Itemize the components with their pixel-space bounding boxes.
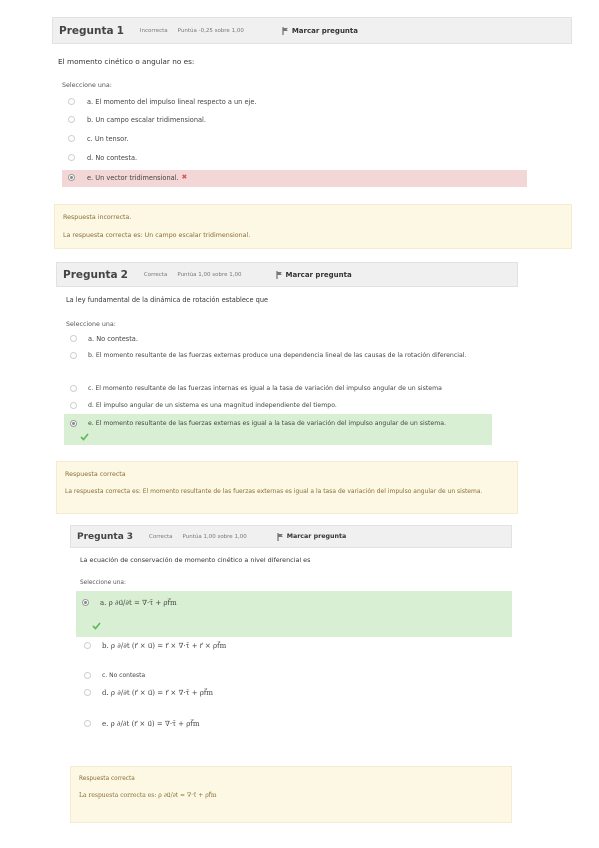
option-b[interactable]: b. Un campo escalar tridimensional. — [62, 115, 532, 129]
radio-button[interactable] — [70, 385, 77, 392]
question-grade: Puntúa 1,00 sobre 1,00 — [182, 533, 247, 540]
question-header: Pregunta 3 Correcta Puntúa 1,00 sobre 1,0… — [70, 525, 512, 548]
option-e[interactable]: e. ρ ∂/∂t (r⃗ × u⃗) = ∇·τ̄ + ρf⃗m — [80, 719, 500, 733]
option-label: b. Un campo escalar tridimensional. — [87, 116, 206, 124]
option-label: e. Un vector tridimensional. — [87, 174, 179, 182]
feedback-status: Respuesta incorrecta. — [63, 214, 132, 221]
option-label: a. ρ ∂u⃗/∂t = ∇·τ̄ + ρf⃗m — [100, 599, 177, 607]
question-1: Pregunta 1 Incorrecta Puntúa -0,25 sobre … — [52, 17, 572, 257]
option-d[interactable]: d. No contesta. — [62, 153, 532, 167]
flag-icon — [282, 26, 288, 35]
select-prompt: Seleccione una: — [62, 82, 112, 89]
radio-button[interactable] — [70, 402, 77, 409]
option-label: d. El impulso angular de un sistema es u… — [88, 402, 337, 409]
option-label: c. El momento resultante de las fuerzas … — [88, 385, 442, 392]
question-text: El momento cinético o angular no es: — [58, 57, 195, 66]
feedback-correct-answer: La respuesta correcta es: ρ ∂u⃗/∂t = ∇·τ… — [79, 792, 217, 799]
question-header: Pregunta 2 Correcta Puntúa 1,00 sobre 1,0… — [56, 262, 518, 287]
question-number: 1 — [116, 24, 124, 37]
question-text: La ley fundamental de la dinámica de rot… — [66, 296, 269, 304]
question-state: Correcta — [143, 271, 168, 278]
feedback-box: Respuesta correcta La respuesta correcta… — [70, 766, 512, 823]
flag-question-button[interactable]: Marcar pregunta — [277, 532, 347, 541]
option-e-selected-incorrect[interactable]: e. Un vector tridimensional. ✖ — [62, 170, 527, 187]
option-b[interactable]: b. ρ ∂/∂t (r⃗ × u⃗) = r⃗ × ∇·τ̄ + r⃗ × ρ… — [80, 641, 500, 655]
option-label: a. No contesta. — [88, 335, 138, 343]
radio-button-selected[interactable] — [82, 599, 89, 606]
option-a[interactable]: a. El momento del impulso lineal respect… — [62, 97, 532, 111]
question-title: Pregunta 2 — [63, 268, 128, 281]
option-d[interactable]: d. ρ ∂/∂t (r⃗ × u⃗) = r⃗ × ∇·τ̄ + ρf⃗m — [80, 688, 500, 702]
option-label: a. El momento del impulso lineal respect… — [87, 98, 257, 106]
feedback-status: Respuesta correcta — [79, 776, 135, 782]
radio-button-selected[interactable] — [68, 174, 75, 181]
option-label: b. ρ ∂/∂t (r⃗ × u⃗) = r⃗ × ∇·τ̄ + r⃗ × ρ… — [102, 642, 227, 650]
incorrect-icon: ✖ — [181, 173, 188, 181]
flag-icon — [276, 270, 282, 279]
option-c[interactable]: c. No contesta — [80, 671, 500, 683]
option-label: c. Un tensor. — [87, 135, 129, 143]
option-label: e. El momento resultante de las fuerzas … — [88, 420, 446, 427]
question-state: Incorrecta — [139, 27, 168, 34]
flag-question-label: Marcar pregunta — [285, 270, 352, 279]
option-c[interactable]: c. Un tensor. — [62, 134, 532, 148]
radio-button[interactable] — [84, 720, 91, 727]
radio-button[interactable] — [68, 135, 75, 142]
question-header: Pregunta 1 Incorrecta Puntúa -0,25 sobre … — [52, 17, 572, 44]
flag-question-label: Marcar pregunta — [286, 533, 347, 540]
option-label: e. ρ ∂/∂t (r⃗ × u⃗) = ∇·τ̄ + ρf⃗m — [102, 720, 200, 728]
option-b[interactable]: b. El momento resultante de las fuerzas … — [66, 351, 486, 375]
correct-checkmark-icon — [92, 622, 101, 630]
option-d[interactable]: d. El impulso angular de un sistema es u… — [66, 401, 506, 413]
option-label: d. No contesta. — [87, 154, 138, 162]
option-label: c. No contesta — [102, 672, 146, 679]
radio-button[interactable] — [84, 642, 91, 649]
question-title: Pregunta 3 — [77, 531, 134, 542]
radio-button[interactable] — [68, 98, 75, 105]
radio-button[interactable] — [70, 352, 77, 359]
radio-button[interactable] — [70, 335, 77, 342]
feedback-correct-answer: La respuesta correcta es: El momento res… — [65, 488, 483, 495]
select-prompt: Seleccione una: — [66, 321, 116, 328]
feedback-correct-answer: La respuesta correcta es: Un campo escal… — [63, 232, 251, 239]
option-a-selected-correct[interactable]: a. ρ ∂u⃗/∂t = ∇·τ̄ + ρf⃗m — [76, 591, 512, 637]
select-prompt: Seleccione una: — [80, 580, 126, 586]
flag-question-button[interactable]: Marcar pregunta — [282, 26, 358, 35]
question-number: 3 — [126, 531, 134, 542]
question-title: Pregunta 1 — [59, 24, 124, 37]
flag-question-label: Marcar pregunta — [291, 26, 358, 35]
radio-button[interactable] — [84, 672, 91, 679]
radio-button-selected[interactable] — [70, 420, 77, 427]
question-2: Pregunta 2 Correcta Puntúa 1,00 sobre 1,0… — [56, 262, 576, 522]
correct-checkmark-icon — [80, 433, 89, 441]
feedback-status: Respuesta correcta — [65, 471, 126, 478]
option-c[interactable]: c. El momento resultante de las fuerzas … — [66, 384, 506, 396]
radio-button[interactable] — [68, 154, 75, 161]
question-text: La ecuación de conservación de momento c… — [80, 556, 311, 564]
feedback-box: Respuesta incorrecta. La respuesta corre… — [54, 204, 572, 249]
radio-button[interactable] — [68, 116, 75, 123]
option-e-selected-correct[interactable]: e. El momento resultante de las fuerzas … — [64, 414, 492, 445]
question-grade: Puntúa -0,25 sobre 1,00 — [177, 27, 244, 34]
question-state: Correcta — [149, 533, 173, 540]
question-3: Pregunta 3 Correcta Puntúa 1,00 sobre 1,0… — [70, 525, 520, 825]
option-label: b. El momento resultante de las fuerzas … — [88, 352, 467, 359]
flag-icon — [277, 532, 283, 541]
option-label: d. ρ ∂/∂t (r⃗ × u⃗) = r⃗ × ∇·τ̄ + ρf⃗m — [102, 689, 214, 697]
option-a[interactable]: a. No contesta. — [66, 334, 506, 346]
radio-button[interactable] — [84, 689, 91, 696]
question-grade: Puntúa 1,00 sobre 1,00 — [177, 271, 242, 278]
question-number: 2 — [120, 268, 128, 281]
feedback-box: Respuesta correcta La respuesta correcta… — [56, 461, 518, 514]
flag-question-button[interactable]: Marcar pregunta — [276, 270, 352, 279]
